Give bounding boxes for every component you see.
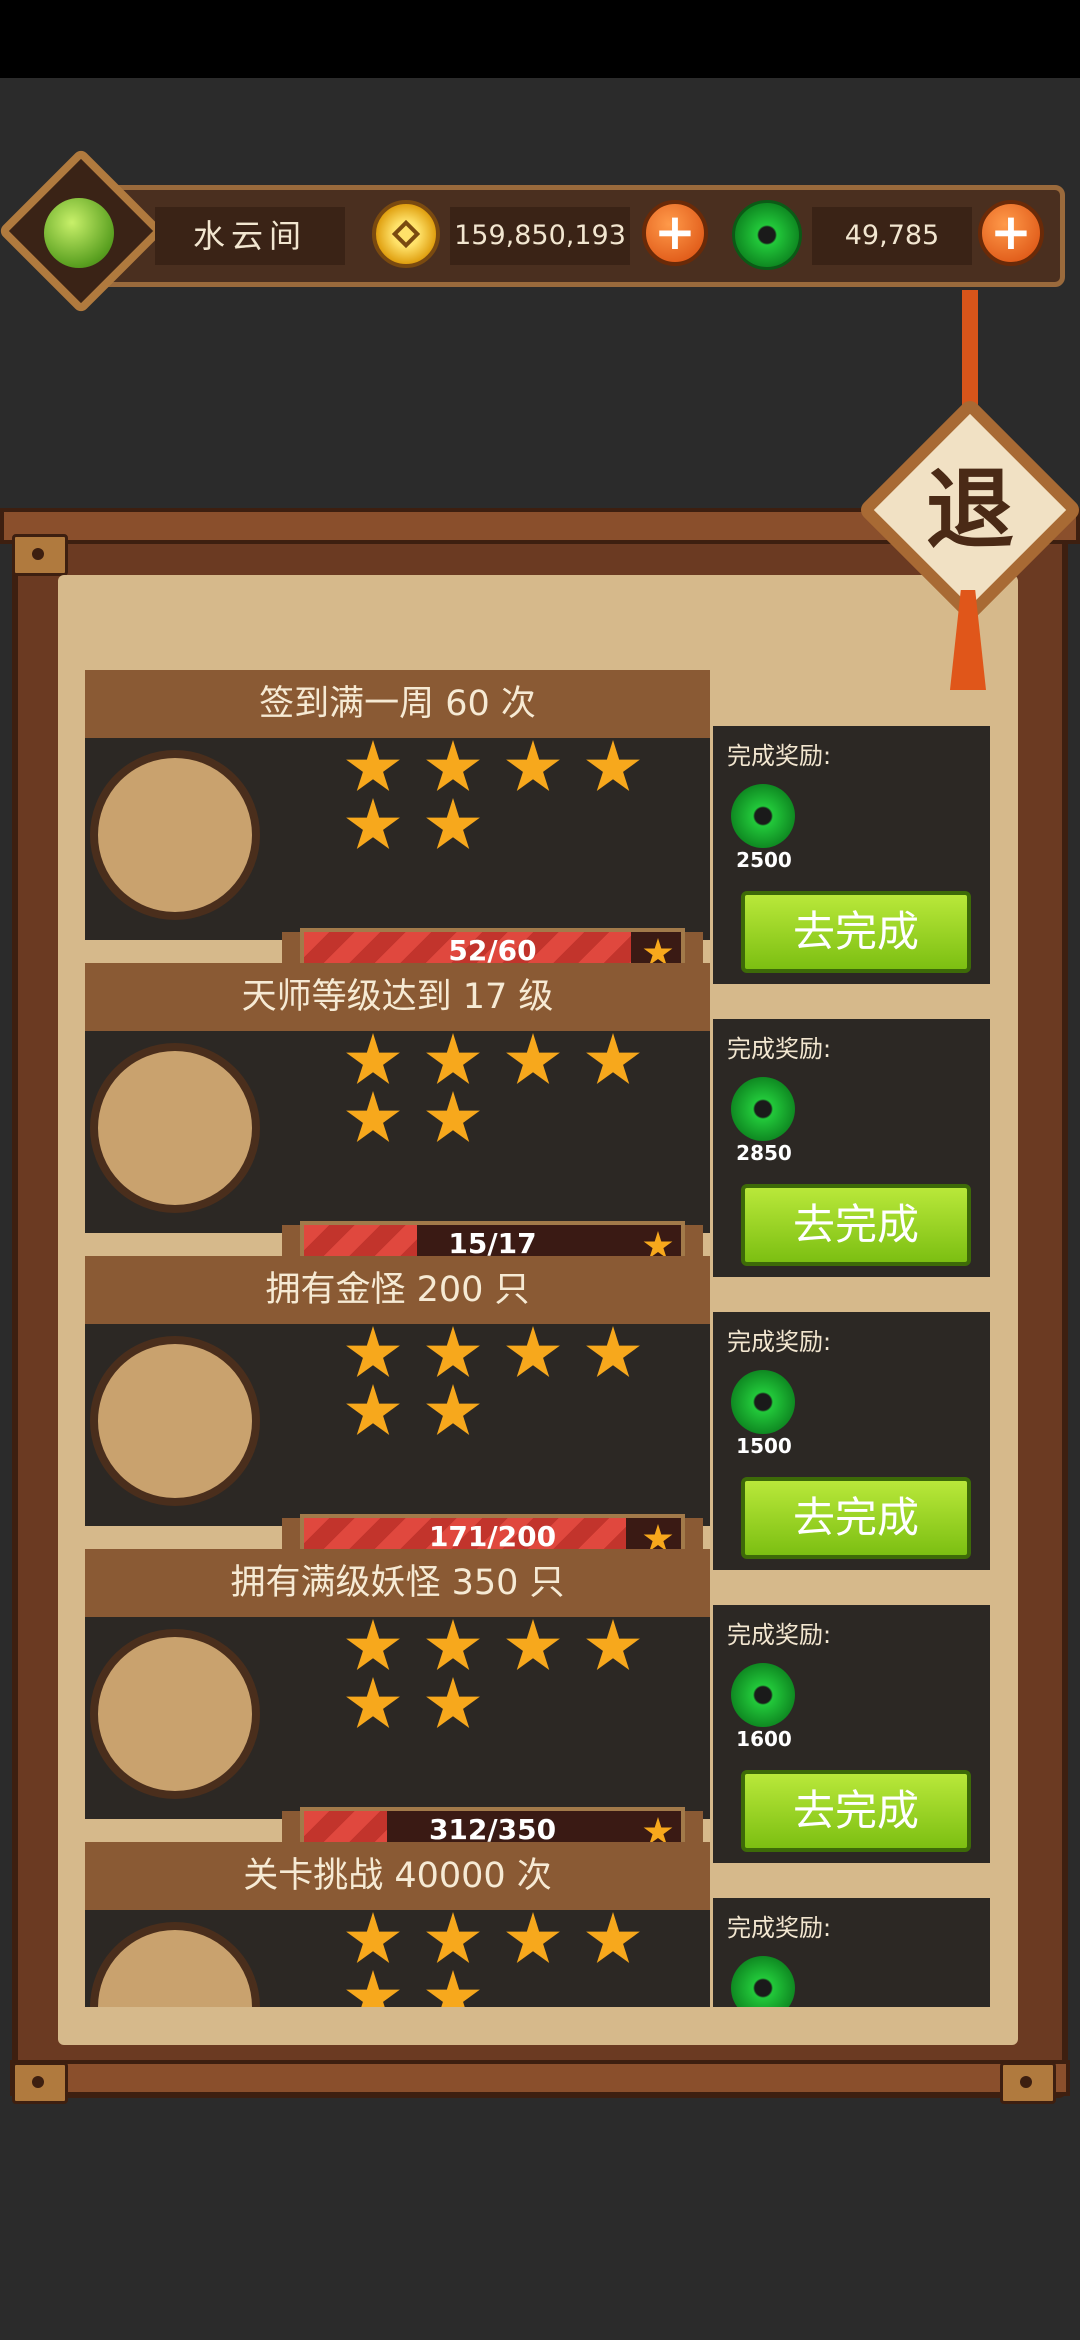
reward-panel: 完成奖励: 2850 去完成: [713, 1019, 990, 1277]
task-icon: [90, 1336, 260, 1506]
avatar-icon: [44, 198, 114, 268]
reward-panel: 完成奖励: 1500 去完成: [713, 1312, 990, 1570]
task-title: 关卡挑战 40000 次: [85, 1842, 710, 1910]
reward-amount: 1600: [736, 1727, 792, 1751]
player-name: 水云间: [155, 207, 345, 265]
task-title: 天师等级达到 17 级: [85, 963, 710, 1031]
task-row: 拥有满级妖怪 350 只 312/350 完成奖励: 1600 去完成: [85, 1549, 990, 1863]
task-row: 拥有金怪 200 只 171/200 完成奖励: 1500 去完成: [85, 1256, 990, 1570]
reward-label: 完成奖励:: [727, 742, 832, 770]
jade-icon: [731, 1663, 795, 1727]
task-row: 关卡挑战 40000 次完成奖励:3000: [85, 1842, 990, 2007]
jade-icon: [731, 1077, 795, 1141]
go-complete-button[interactable]: 去完成: [741, 1770, 971, 1852]
jade-icon: [731, 1370, 795, 1434]
jade-icon: [731, 784, 795, 848]
add-coins-button[interactable]: +: [642, 200, 708, 266]
nail-icon: [1000, 2062, 1056, 2104]
status-bar: [0, 0, 1080, 78]
reward-label: 完成奖励:: [727, 1621, 832, 1649]
nail-icon: [12, 534, 68, 576]
task-title: 拥有金怪 200 只: [85, 1256, 710, 1324]
jade-icon: [731, 1956, 795, 2007]
task-icon: [90, 750, 260, 920]
jade-count: 49,785: [812, 207, 972, 265]
reward-panel: 完成奖励: 1600 去完成: [713, 1605, 990, 1863]
add-jade-button[interactable]: +: [978, 200, 1044, 266]
reward-amount: 2500: [736, 848, 792, 872]
reward-label: 完成奖励:: [727, 1035, 832, 1063]
task-list[interactable]: 签到满一周 60 次 52/60 完成奖励: 2500 去完成 天师等级达到 17 级 15…: [85, 622, 990, 2007]
task-icon: [90, 1043, 260, 1213]
jade-icon: [732, 200, 802, 270]
task-row: 天师等级达到 17 级 15/17 完成奖励: 2850 去完成: [85, 963, 990, 1277]
task-title: 拥有满级妖怪 350 只: [85, 1549, 710, 1617]
exit-label[interactable]: 退: [890, 430, 1050, 590]
task-title: 签到满一周 60 次: [85, 670, 710, 738]
go-complete-button[interactable]: 去完成: [741, 891, 971, 973]
reward-panel: 完成奖励:3000: [713, 1898, 990, 2007]
board-bottom-beam: [10, 2060, 1070, 2096]
reward-panel: 完成奖励: 2500 去完成: [713, 726, 990, 984]
reward-amount: 2850: [736, 1141, 792, 1165]
go-complete-button[interactable]: 去完成: [741, 1184, 971, 1266]
reward-label: 完成奖励:: [727, 1328, 832, 1356]
task-icon: [90, 1629, 260, 1799]
reward-label: 完成奖励:: [727, 1914, 832, 1942]
go-complete-button[interactable]: 去完成: [741, 1477, 971, 1559]
coin-count: 159,850,193: [450, 207, 630, 265]
reward-amount: 1500: [736, 1434, 792, 1458]
task-row: 签到满一周 60 次 52/60 完成奖励: 2500 去完成: [85, 670, 990, 984]
coin-icon: [372, 200, 440, 268]
nail-icon: [12, 2062, 68, 2104]
